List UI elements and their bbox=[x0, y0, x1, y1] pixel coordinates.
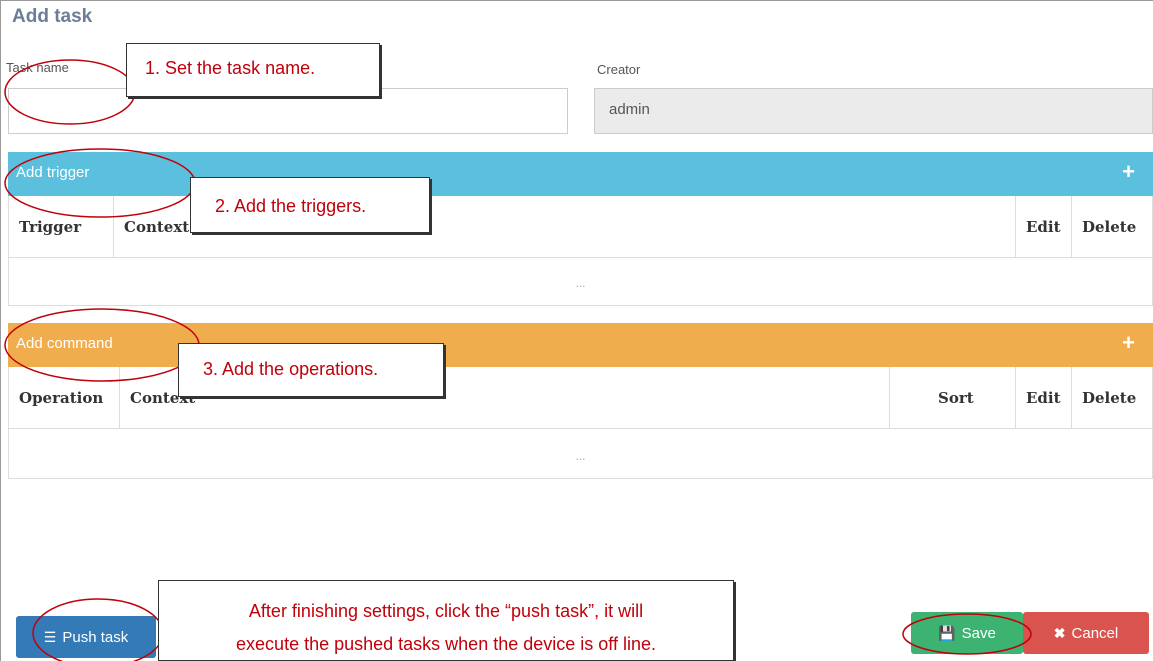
column-header-delete: Delete bbox=[1071, 367, 1153, 429]
plus-icon[interactable]: + bbox=[1122, 332, 1135, 354]
column-header-edit: Edit bbox=[1015, 196, 1071, 258]
command-table-empty: ... bbox=[575, 449, 586, 463]
column-header-trigger: Trigger bbox=[19, 218, 82, 236]
page-title: Add task bbox=[12, 6, 93, 27]
floppy-disk-icon: 💾 bbox=[938, 624, 956, 641]
add-command-label: Add command bbox=[16, 335, 113, 352]
list-icon: ☰ bbox=[43, 628, 57, 645]
push-task-button[interactable]: ☰ Push task bbox=[16, 616, 156, 658]
task-name-label: Task name bbox=[6, 60, 69, 75]
column-header-edit: Edit bbox=[1015, 367, 1071, 429]
trigger-table-header: Trigger Context Edit Delete bbox=[9, 196, 1152, 258]
callout-step-2: 2. Add the triggers. bbox=[190, 177, 430, 233]
plus-icon[interactable]: + bbox=[1122, 161, 1135, 183]
close-icon: ✖ bbox=[1053, 624, 1066, 641]
save-label: Save bbox=[961, 624, 996, 642]
save-button[interactable]: 💾 Save bbox=[911, 612, 1023, 654]
trigger-table: Trigger Context Edit Delete ... bbox=[8, 196, 1153, 306]
creator-label: Creator bbox=[597, 62, 641, 77]
push-task-label: Push task bbox=[62, 628, 129, 646]
cancel-button[interactable]: ✖ Cancel bbox=[1023, 612, 1149, 654]
callout-step-4-line-1: After finishing settings, click the “pus… bbox=[248, 601, 644, 621]
column-header-sort: Sort bbox=[889, 367, 1015, 429]
callout-step-4: After finishing settings, click the “pus… bbox=[158, 580, 734, 661]
column-header-delete: Delete bbox=[1071, 196, 1153, 258]
cancel-label: Cancel bbox=[1071, 624, 1119, 642]
column-header-operation: Operation bbox=[19, 389, 104, 407]
add-trigger-label: Add trigger bbox=[16, 164, 90, 181]
add-trigger-bar[interactable]: Add trigger + bbox=[8, 152, 1153, 196]
callout-step-1: 1. Set the task name. bbox=[126, 43, 380, 97]
callout-step-4-line-2: execute the pushed tasks when the device… bbox=[236, 634, 656, 654]
trigger-table-empty: ... bbox=[575, 276, 586, 290]
callout-step-3: 3. Add the operations. bbox=[178, 343, 444, 397]
creator-field: admin bbox=[594, 88, 1153, 134]
